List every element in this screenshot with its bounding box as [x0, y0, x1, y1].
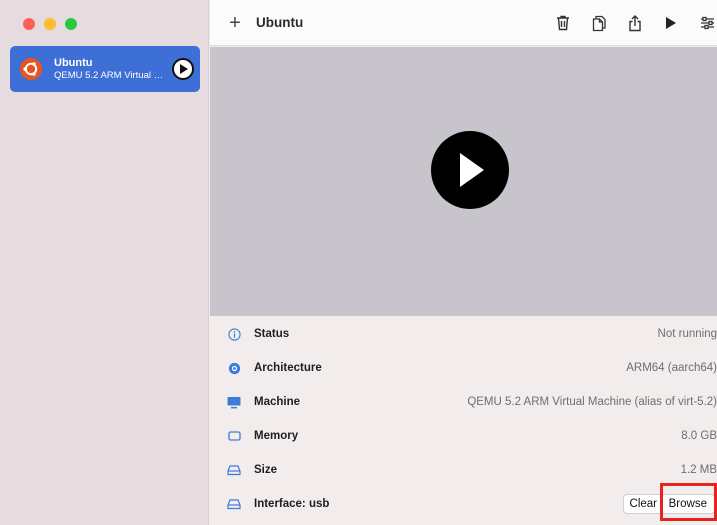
drive-icon [227, 497, 241, 511]
monitor-icon [227, 395, 241, 409]
toolbar: + Ubuntu [210, 0, 717, 46]
vm-list-item-ubuntu[interactable]: Ubuntu QEMU 5.2 ARM Virtual M... [10, 46, 200, 92]
vm-play-icon[interactable] [172, 58, 194, 80]
size-label: Size [254, 464, 278, 476]
memory-row: Memory 8.0 GB [210, 419, 717, 453]
vm-details-list: Status Not running Architecture ARM64 (a… [210, 316, 717, 525]
machine-row: Machine QEMU 5.2 ARM Virtual Machine (al… [210, 385, 717, 419]
drive-icon [227, 463, 241, 477]
vm-name: Ubuntu [54, 56, 93, 69]
vm-item-text: Ubuntu QEMU 5.2 ARM Virtual M... [54, 57, 166, 82]
memory-icon [227, 429, 241, 443]
status-value: Not running [657, 328, 717, 340]
interface-usb-row: Interface: usb Clear Browse [210, 487, 717, 521]
status-row: Status Not running [210, 317, 717, 351]
clear-button[interactable]: Clear [622, 494, 664, 514]
minimize-window-button[interactable] [44, 18, 56, 30]
close-window-button[interactable] [23, 18, 35, 30]
toolbar-actions [555, 0, 717, 46]
status-label: Status [254, 328, 290, 340]
architecture-label: Architecture [254, 362, 322, 374]
size-value: 1.2 MB [680, 464, 717, 476]
architecture-row: Architecture ARM64 (aarch64) [210, 351, 717, 385]
app-window: Ubuntu QEMU 5.2 ARM Virtual M... + Ubunt… [0, 0, 717, 525]
sidebar: Ubuntu QEMU 5.2 ARM Virtual M... [0, 0, 209, 525]
ubuntu-logo-icon [20, 58, 42, 80]
size-row: Size 1.2 MB [210, 453, 717, 487]
window-controls [23, 18, 77, 30]
machine-value: QEMU 5.2 ARM Virtual Machine (alias of v… [467, 396, 717, 408]
memory-label: Memory [254, 430, 299, 442]
browse-highlight-box [660, 483, 717, 521]
architecture-value: ARM64 (aarch64) [626, 362, 717, 374]
machine-label: Machine [254, 396, 301, 408]
share-icon[interactable] [627, 14, 643, 32]
memory-value: 8.0 GB [681, 430, 717, 442]
interface-usb-label: Interface: usb [254, 498, 330, 510]
window-title: Ubuntu [256, 15, 304, 30]
add-vm-button[interactable]: + [227, 13, 243, 33]
vm-subtitle: QEMU 5.2 ARM Virtual M... [54, 69, 166, 81]
maximize-window-button[interactable] [65, 18, 77, 30]
info-icon [227, 327, 241, 341]
play-icon[interactable] [663, 14, 679, 32]
settings-sliders-icon[interactable] [699, 14, 715, 32]
cpu-icon [227, 361, 241, 375]
vm-preview-area [210, 47, 717, 316]
copy-icon[interactable] [591, 14, 607, 32]
start-vm-play-button[interactable] [431, 131, 509, 209]
trash-icon[interactable] [555, 14, 571, 32]
